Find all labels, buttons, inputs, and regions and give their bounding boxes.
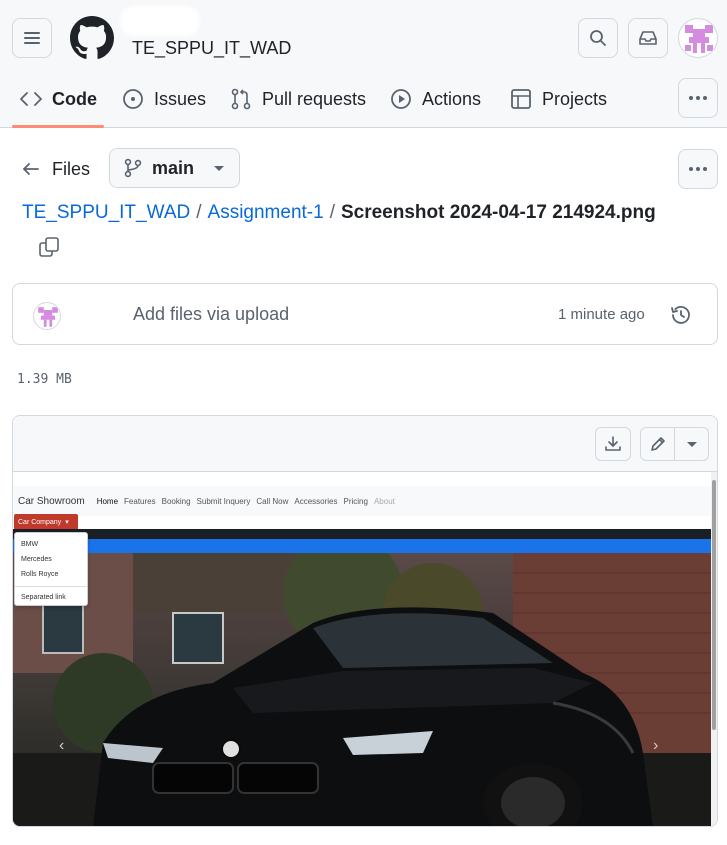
preview-next-arrow: › [653,737,659,754]
preview-nav-item: Call Now [256,496,289,506]
repo-header: TE_SPPU_IT_WAD Code Issues Pull requests… [0,0,727,128]
search-button[interactable] [578,18,618,58]
active-tab-indicator [12,125,104,128]
files-back-link[interactable]: Files [22,156,90,182]
tab-code-label: Code [52,88,97,109]
pencil-icon [650,437,665,451]
preview-nav-item: Home [96,496,119,506]
hamburger-icon [24,32,40,44]
tab-actions-label: Actions [422,88,482,109]
breadcrumb-file: Screenshot 2024-04-17 214924.png [340,202,656,223]
tabs-more-button[interactable] [678,78,718,118]
redacted-owner [120,6,200,36]
tab-issues[interactable]: Issues [122,76,206,122]
tab-pull-requests-label: Pull requests [262,88,367,109]
breadcrumb-folder[interactable]: Assignment-1 [208,202,324,223]
edit-button-group [640,427,709,461]
preview-dropdown-item: Mercedes [21,556,52,563]
kebab-horizontal-icon [689,167,707,171]
preview-nav-item: Booking [161,496,191,506]
identicon-icon [38,307,58,327]
preview-brand: Car Showroom [18,495,85,507]
commit-message[interactable]: Add files via upload [133,304,289,325]
copy-path-icon[interactable] [38,236,60,258]
preview-nav-item: Accessories [294,496,338,506]
image-viewer: Car Showroom Home Features Booking Submi… [12,415,718,827]
tab-pull-requests[interactable]: Pull requests [230,76,366,122]
history-icon[interactable] [669,303,693,327]
preview-dropdown-button: Car Company ▾ [14,514,78,530]
kebab-horizontal-icon [689,96,707,100]
files-label: Files [52,158,91,179]
github-logo-icon[interactable] [70,16,114,60]
preview-dropdown-label: Car Company [18,518,62,526]
menu-button[interactable] [12,18,52,58]
pull-request-icon [231,88,251,110]
car-photo-illustration [13,553,711,826]
tab-code[interactable]: Code [20,76,97,122]
file-size: 1.39 MB [17,372,72,387]
commit-author-avatar[interactable] [33,302,61,330]
preview-dropdown-item: Separated link [21,594,66,601]
commit-time: 1 minute ago [558,306,645,323]
search-icon [590,30,606,46]
caret-down-icon [686,442,697,447]
branch-name: main [152,157,195,178]
arrow-left-icon [23,163,39,175]
identicon-icon [685,25,713,53]
preview-dropdown-item: Rolls Royce [21,571,59,578]
edit-options-button[interactable] [675,428,708,460]
preview-dropdown-divider [15,586,87,587]
viewer-toolbar [13,416,717,472]
preview-nav-item: About [373,496,395,506]
tab-actions[interactable]: Actions [390,76,481,122]
file-more-button[interactable] [678,149,718,189]
image-preview: Car Showroom Home Features Booking Submi… [13,472,717,826]
code-icon [20,92,42,106]
preview-dropdown-menu: BMW Mercedes Rolls Royce Separated link [14,532,88,606]
tab-projects[interactable]: Projects [510,76,607,122]
breadcrumb-separator: / [329,202,335,223]
inbox-button[interactable] [628,18,668,58]
preview-caret-icon: ▾ [65,519,69,526]
preview-nav-item: Submit Inquery [196,496,251,506]
preview-nav-item: Pricing [343,496,368,506]
repo-title[interactable]: TE_SPPU_IT_WAD [132,38,291,59]
preview-scroll-thumb [712,480,716,730]
preview-car-photo [13,553,711,826]
edit-button[interactable] [641,428,675,460]
preview-nav-item: Features [124,496,156,506]
preview-scrollbar [711,472,717,826]
preview-prev-arrow: ‹ [59,737,65,754]
inbox-icon [639,31,657,45]
preview-blue-band [13,539,711,553]
download-button[interactable] [595,427,631,461]
play-icon [391,89,411,109]
caret-down-icon [214,166,225,171]
preview-dark-band [13,529,711,539]
preview-navbar: Car Showroom Home Features Booking Submi… [13,486,711,516]
repo-tabs: Code Issues Pull requests Actions Projec… [0,76,727,128]
breadcrumb-repo[interactable]: TE_SPPU_IT_WAD [22,202,190,223]
download-icon [605,436,621,451]
git-branch-icon [124,158,142,178]
latest-commit-box: Add files via upload 1 minute ago [12,283,718,345]
user-avatar[interactable] [678,18,718,58]
table-icon [511,89,531,109]
issue-icon [123,89,143,109]
tab-issues-label: Issues [154,88,207,109]
preview-dropdown-item: BMW [21,541,39,548]
breadcrumb: TE_SPPU_IT_WAD / Assignment-1/Screenshot 2… [22,202,656,224]
tab-projects-label: Projects [542,88,608,109]
branch-selector[interactable]: main [109,148,240,188]
breadcrumb-separator: / [196,202,202,223]
